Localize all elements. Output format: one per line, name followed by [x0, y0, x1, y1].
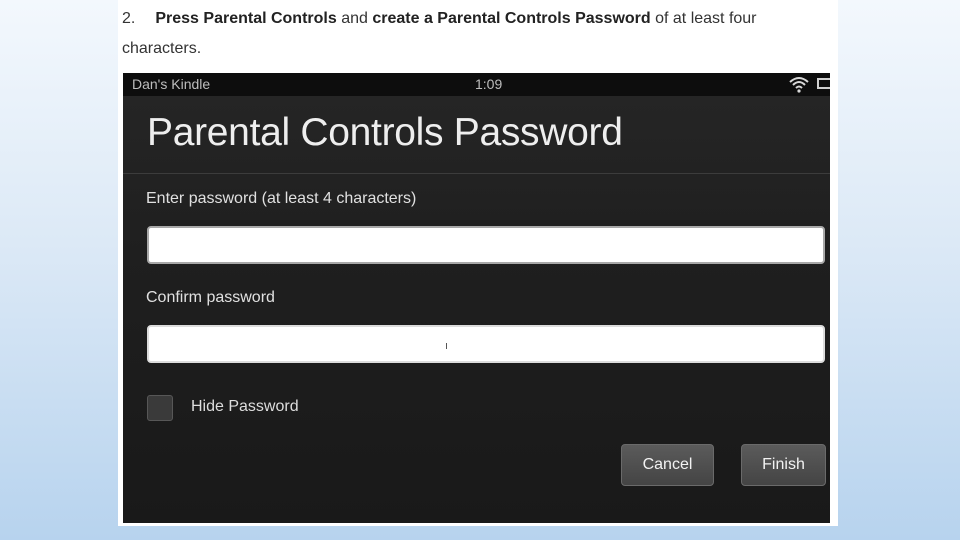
step-number: 2. — [122, 10, 136, 27]
cancel-button[interactable]: Cancel — [621, 444, 714, 486]
confirm-password-input[interactable] — [147, 325, 825, 363]
battery-icon — [817, 78, 830, 89]
instruction-part: Press — [155, 10, 204, 27]
wifi-icon — [789, 77, 809, 93]
status-bar: Dan's Kindle 1:09 — [123, 73, 830, 96]
instruction-text: 2. Press Parental Controls and create a P… — [122, 4, 822, 64]
text-cursor — [446, 343, 447, 349]
kindle-screen: Dan's Kindle 1:09 Parental Controls Pass… — [123, 73, 830, 523]
instruction-part: and — [336, 10, 373, 27]
hide-password-label[interactable]: Hide Password — [191, 398, 299, 416]
finish-button[interactable]: Finish — [741, 444, 826, 486]
divider — [123, 173, 830, 174]
instruction-part: create a Parental Controls Password — [372, 10, 651, 27]
password-label: Enter password (at least 4 characters) — [146, 190, 417, 207]
hide-password-checkbox[interactable] — [147, 395, 173, 421]
password-input[interactable] — [147, 226, 825, 264]
device-name: Dan's Kindle — [132, 76, 211, 92]
confirm-password-label: Confirm password — [146, 289, 275, 306]
instruction-part: Parental Controls — [203, 10, 337, 27]
clock: 1:09 — [475, 76, 503, 92]
page-title: Parental Controls Password — [147, 111, 623, 154]
